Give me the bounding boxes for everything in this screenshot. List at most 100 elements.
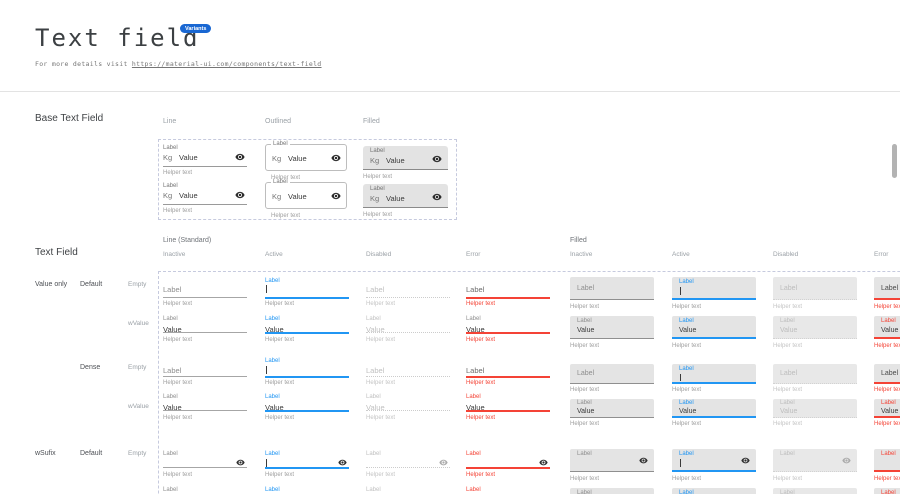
filled-field-error[interactable]: LabelValueHelper text [874,316,900,352]
field-value: Value [577,408,594,415]
field-label: Label [679,400,694,406]
visibility-eye-icon[interactable] [331,191,341,201]
field-underline [466,297,550,299]
line-field-active[interactable]: LabelValueHelper text [265,487,349,494]
filled-field-active[interactable]: LabelValueHelper text [672,316,756,352]
field-label: Label [265,278,280,284]
filled-field-active[interactable]: LabelValueHelper text [672,399,756,430]
line-field-disabled[interactable]: LabelHelper text [366,451,450,481]
visibility-eye-icon[interactable] [432,154,442,164]
filled-field-disabled[interactable]: LabelValueHelper text [773,316,857,352]
line-field-error[interactable]: LabelValueHelper text [466,487,550,494]
filled-field-active[interactable]: LabelHelper text [672,277,756,313]
visibility-eye-icon[interactable] [235,190,245,200]
visibility-eye-icon[interactable] [338,458,347,467]
group-filled: Filled [570,237,587,244]
filled-field-error[interactable]: LabelValueHelper text [874,399,900,430]
line-field-disabled[interactable]: LabelValueHelper text [366,487,450,494]
base-line-field[interactable]: LabelKgValueHelper text [163,183,247,215]
filled-field-error[interactable]: LabelHelper text [874,364,900,396]
line-field-inactive[interactable]: LabelHelper text [163,278,247,310]
line-field-active[interactable]: LabelValueHelper text [265,316,349,346]
line-field-active[interactable]: LabelHelper text [265,358,349,389]
helper-text: Helper text [773,421,802,427]
filled-field-disabled[interactable]: LabelHelper text [773,364,857,396]
field-label: Label [366,316,381,322]
field-label: Label [366,285,384,294]
field-underline [163,166,247,167]
line-field-inactive[interactable]: LabelValueHelper text [163,487,247,494]
filled-field-disabled[interactable]: LabelHelper text [773,449,857,485]
line-field-error[interactable]: LabelHelper text [466,358,550,389]
filled-field-error[interactable]: LabelHelper text [874,449,900,485]
filled-field-active[interactable]: LabelValueHelper text [672,488,756,494]
filled-field-inactive[interactable]: Label Value Helper text [570,399,654,430]
visibility-eye-icon[interactable] [331,153,341,163]
scrollbar-thumb[interactable] [892,144,897,178]
field-value: Value [881,327,898,334]
visibility-eye-icon[interactable] [432,192,442,202]
helper-text: Helper text [570,421,599,427]
line-field-active[interactable]: LabelHelper text [265,451,349,481]
field-underline [163,410,247,411]
filled-field-inactive[interactable]: LabelHelper text [570,277,654,313]
field-label: Label [679,279,694,285]
filled-field-error[interactable]: LabelValueHelper text [874,488,900,494]
filled-field-inactive[interactable]: LabelValueHelper text [570,488,654,494]
base-line-field[interactable]: LabelKgValueHelper text [163,145,247,177]
visibility-eye-icon[interactable] [235,152,245,162]
filled-field-inactive[interactable]: LabelHelper text [570,449,654,485]
base-filled-field[interactable]: LabelKgValueHelper text [363,146,448,184]
field-label: Label [679,318,694,324]
visibility-eye-icon[interactable] [236,458,245,467]
filled-field-disabled[interactable]: LabelValueHelper text [773,399,857,430]
field-label: Label [780,400,795,406]
helper-text: Helper text [466,415,495,421]
filled-field-disabled[interactable]: LabelHelper text [773,277,857,313]
base-outlined-field[interactable]: LabelKgValueHelper text [265,182,347,222]
line-field-disabled[interactable]: LabelValueHelper text [366,316,450,346]
field-prefix: Kg [272,192,281,201]
field-label: Label [163,285,181,294]
text-caret [266,459,267,467]
docs-link[interactable]: https://material-ui.com/components/text-… [132,60,322,68]
line-field-error[interactable]: LabelValueHelper text [466,394,550,424]
row-state-wvalue: wValue [128,320,149,327]
line-field-inactive[interactable]: LabelValueHelper text [163,316,247,346]
base-filled-field[interactable]: LabelKgValueHelper text [363,184,448,222]
line-field-disabled[interactable]: LabelValueHelper text [366,394,450,424]
filled-field-disabled[interactable]: LabelValueHelper text [773,488,857,494]
visibility-eye-icon[interactable] [639,456,648,465]
visibility-eye-icon[interactable] [741,456,750,465]
row-state-empty-wsufix: Empty [128,450,146,457]
line-field-inactive[interactable]: LabelValueHelper text [163,394,247,424]
col-line-inactive: Inactive [163,251,185,258]
visibility-eye-icon[interactable] [842,456,851,465]
field-underline [366,297,450,298]
base-outlined-field[interactable]: LabelKgValueHelper text [265,144,347,184]
line-field-disabled[interactable]: LabelHelper text [366,358,450,389]
line-field-inactive[interactable]: LabelHelper text [163,358,247,389]
field-label: Label [265,394,280,400]
line-field-inactive[interactable]: LabelHelper text [163,451,247,481]
filled-field-error[interactable]: LabelHelper text [874,277,900,313]
filled-field-inactive[interactable]: LabelValueHelper text [570,316,654,352]
visibility-eye-icon[interactable] [439,458,448,467]
filled-field-inactive[interactable]: LabelHelper text [570,364,654,396]
line-field-error[interactable]: LabelHelper text [466,451,550,481]
line-field-active[interactable]: LabelHelper text [265,278,349,310]
line-field-error[interactable]: LabelValueHelper text [466,316,550,346]
line-field-error[interactable]: LabelHelper text [466,278,550,310]
base-col-line: Line [163,118,176,125]
field-label: Label [577,400,592,406]
visibility-eye-icon[interactable] [539,458,548,467]
line-field-disabled[interactable]: LabelHelper text [366,278,450,310]
filled-field-active[interactable]: LabelHelper text [672,364,756,396]
field-value: Value [179,153,198,162]
field-underline [265,376,349,378]
filled-field-active[interactable]: LabelHelper text [672,449,756,485]
field-label: Label [577,318,592,324]
helper-text: Helper text [672,421,701,427]
field-value: Value [386,194,405,203]
line-field-active[interactable]: LabelValueHelper text [265,394,349,424]
